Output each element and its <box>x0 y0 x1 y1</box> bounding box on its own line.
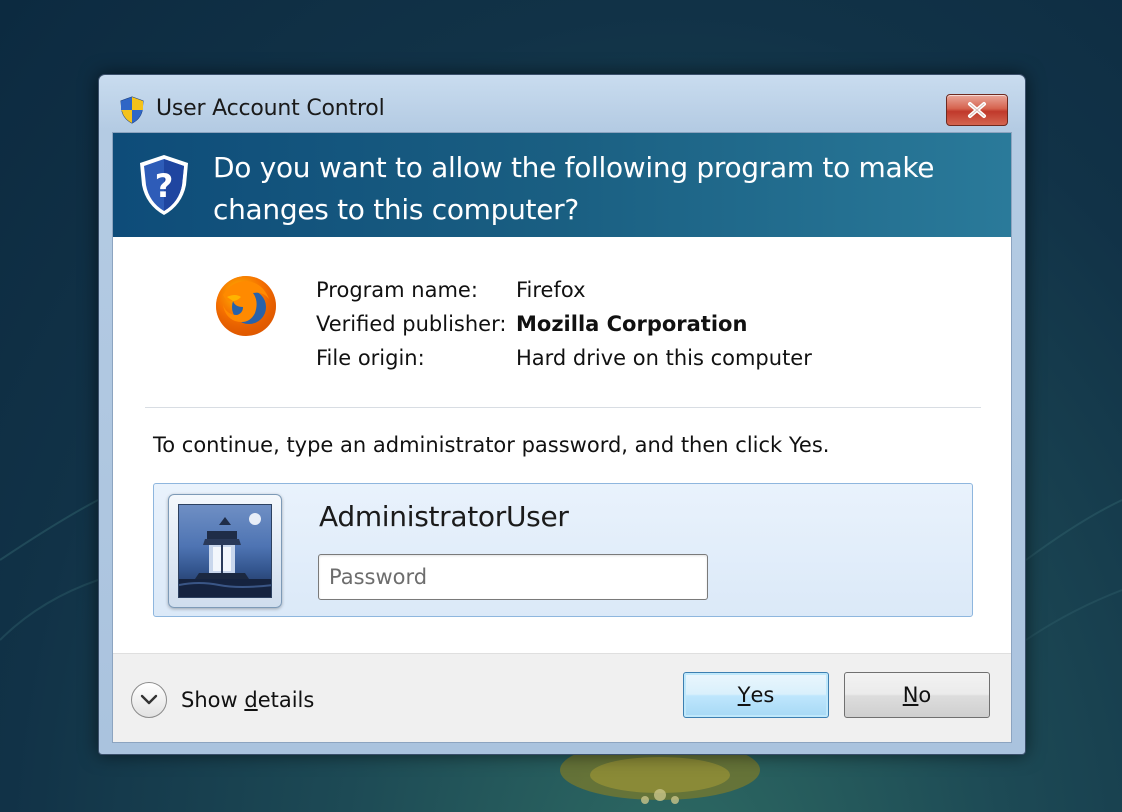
divider <box>145 407 981 408</box>
svg-text:?: ? <box>155 167 174 205</box>
publisher-label: Verified publisher: <box>316 312 507 336</box>
show-details-label: Show details <box>181 688 315 712</box>
program-details: Program name: Firefox Verified publisher… <box>316 273 812 375</box>
publisher-value: Mozilla Corporation <box>516 312 748 336</box>
program-name-label: Program name: <box>316 278 478 302</box>
question-shield-icon: ? <box>140 155 188 215</box>
file-origin-value: Hard drive on this computer <box>516 346 812 370</box>
dialog-content: ? Do you want to allow the following pro… <box>112 132 1012 743</box>
banner-question: Do you want to allow the following progr… <box>213 151 935 226</box>
uac-shield-icon <box>120 96 144 124</box>
firefox-logo <box>216 276 276 336</box>
window-title: User Account Control <box>156 96 385 121</box>
lighthouse-user-picture <box>179 513 271 597</box>
dialog-footer: Show details Yes No <box>113 653 1011 742</box>
file-origin-row: File origin: Hard drive on this computer <box>316 341 812 375</box>
program-name-row: Program name: Firefox <box>316 273 812 307</box>
credential-panel: AdministratorUser <box>153 483 973 617</box>
password-instruction: To continue, type an administrator passw… <box>153 433 830 457</box>
close-button[interactable] <box>946 94 1008 126</box>
uac-dialog: User Account Control ? Do you want to al… <box>98 74 1026 755</box>
username: AdministratorUser <box>319 500 569 533</box>
user-picture <box>178 504 272 598</box>
user-tile <box>168 494 282 608</box>
no-button[interactable]: No <box>844 672 990 718</box>
chevron-down-icon[interactable] <box>131 682 167 718</box>
program-info: Program name: Firefox Verified publisher… <box>213 273 913 393</box>
password-field[interactable] <box>318 554 708 600</box>
yes-button[interactable]: Yes <box>683 672 829 718</box>
close-icon <box>968 102 986 118</box>
show-details-toggle[interactable]: Show details <box>131 682 314 718</box>
publisher-row: Verified publisher: Mozilla Corporation <box>316 307 812 341</box>
program-name-value: Firefox <box>516 278 586 302</box>
question-banner: ? Do you want to allow the following pro… <box>113 133 1011 237</box>
title-bar[interactable]: User Account Control <box>99 75 1025 133</box>
file-origin-label: File origin: <box>316 346 425 370</box>
